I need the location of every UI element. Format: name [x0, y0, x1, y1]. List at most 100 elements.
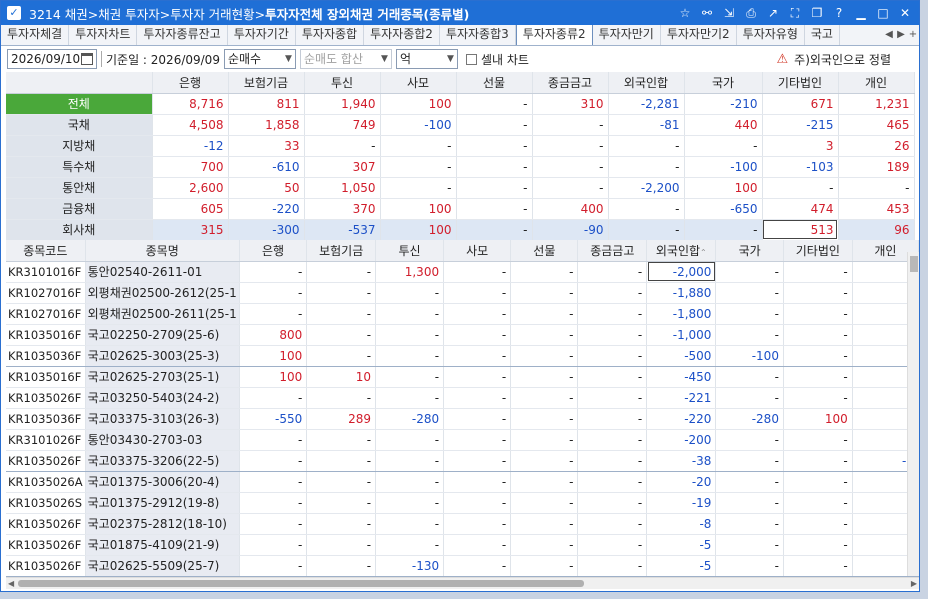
detail-cell[interactable]: - [510, 450, 579, 472]
detail-cell[interactable]: -5 [646, 534, 717, 556]
summary-cell[interactable]: 700 [152, 156, 229, 178]
summary-cell[interactable]: 100 [380, 93, 457, 115]
table-row[interactable]: KR1027016F 외평채권02500-2612(25-1- - - - - - -1,88… [6, 282, 920, 304]
detail-cell[interactable]: - [715, 387, 784, 409]
detail-cell[interactable]: -5 [646, 555, 717, 577]
detail-cell[interactable]: - [783, 513, 853, 535]
summary-cell[interactable]: - [456, 114, 533, 136]
detail-cell[interactable]: - [510, 471, 579, 493]
summary-row-label[interactable]: 회사채 [6, 219, 153, 241]
detail-cell[interactable]: - [783, 387, 853, 409]
detail-cell[interactable]: - [510, 366, 579, 388]
detail-cell[interactable]: - [306, 282, 377, 304]
tab-2[interactable]: 투자자종류잔고 [137, 25, 228, 45]
bond-name[interactable]: 통안03430-2703-03 [85, 429, 240, 451]
summary-col-header[interactable]: 사모 [380, 72, 457, 94]
bond-code[interactable]: KR1035026F [6, 450, 86, 472]
summary-cell[interactable]: -2,200 [608, 177, 685, 199]
summary-col-header[interactable]: 개인 [838, 72, 915, 94]
scroll-thumb[interactable] [18, 580, 584, 587]
detail-cell[interactable]: - [306, 261, 377, 283]
table-row[interactable]: KR1035026F국고02375-2812(18-10)-------8--- [6, 513, 920, 535]
detail-cell[interactable]: - [306, 555, 377, 577]
detail-cell[interactable]: - [443, 471, 512, 493]
summary-cell[interactable]: - [608, 219, 685, 241]
bond-name[interactable]: 국고03375-3103(26-3) [85, 408, 240, 430]
summary-cell[interactable]: -81 [608, 114, 685, 136]
summary-cell[interactable]: 440 [684, 114, 763, 136]
detail-col-header[interactable]: 사모 [443, 240, 512, 262]
bond-code[interactable]: KR1035026F [6, 513, 86, 535]
summary-cell[interactable]: 307 [304, 156, 381, 178]
summary-cell[interactable]: - [456, 198, 533, 220]
bond-code[interactable]: KR1035016F [6, 366, 86, 388]
detail-cell[interactable]: -1,800 [646, 303, 717, 325]
detail-cell[interactable]: - [715, 450, 784, 472]
detail-cell[interactable]: 100 [239, 366, 308, 388]
summary-cell[interactable]: - [532, 177, 609, 199]
bond-name[interactable]: 국고03250-5403(24-2) [85, 387, 240, 409]
summary-cell[interactable]: -300 [228, 219, 305, 241]
detail-cell[interactable]: - [239, 471, 308, 493]
summary-row-label[interactable]: 국채 [6, 114, 153, 136]
detail-cell[interactable]: - [577, 555, 648, 577]
summary-cell[interactable]: - [380, 156, 457, 178]
detail-cell[interactable]: -450 [646, 366, 717, 388]
summary-cell[interactable]: 96 [838, 219, 915, 241]
summary-col-header[interactable]: 종금금고 [532, 72, 609, 94]
bond-code[interactable]: KR3101026F [6, 429, 86, 451]
detail-cell[interactable]: - [375, 345, 445, 367]
detail-cell[interactable]: -221 [646, 387, 717, 409]
summary-cell[interactable]: -610 [228, 156, 305, 178]
detail-cell[interactable]: - [375, 387, 445, 409]
summary-cell[interactable]: 50 [228, 177, 305, 199]
detail-cell[interactable]: -280 [715, 408, 784, 430]
detail-cell[interactable]: - [510, 303, 579, 325]
summary-cell[interactable]: -100 [684, 156, 763, 178]
bond-code[interactable]: KR1035026F [6, 555, 86, 577]
bond-name[interactable]: 국고02625-5509(25-7) [85, 555, 240, 577]
detail-cell[interactable]: - [443, 492, 512, 514]
bond-name[interactable]: 외평채권02500-2611(25-1 [85, 303, 240, 325]
detail-cell[interactable]: 289 [306, 408, 377, 430]
summary-cell[interactable]: 453 [838, 198, 915, 220]
detail-cell[interactable]: - [375, 534, 445, 556]
detail-cell[interactable]: -200 [646, 429, 717, 451]
share-icon[interactable]: ↗ [765, 4, 781, 22]
summary-col-header[interactable]: 외국인합 [608, 72, 685, 94]
detail-cell[interactable]: - [306, 303, 377, 325]
detail-cell[interactable]: -8 [646, 513, 717, 535]
summary-cell[interactable]: 474 [762, 198, 839, 220]
detail-cell[interactable]: - [577, 471, 648, 493]
cell-chart-checkbox[interactable] [465, 53, 477, 65]
detail-cell[interactable]: - [375, 513, 445, 535]
detail-cell[interactable]: -500 [646, 345, 717, 367]
detail-cell[interactable]: - [239, 513, 308, 535]
detail-cell[interactable]: - [443, 261, 512, 283]
detail-cell[interactable]: - [239, 282, 308, 304]
tab-3[interactable]: 투자자기간 [227, 25, 296, 45]
maximize-icon[interactable]: □ [875, 4, 891, 22]
summary-cell[interactable]: -537 [304, 219, 381, 241]
detail-cell[interactable]: - [443, 450, 512, 472]
chevron-left-icon[interactable]: ◀ [883, 25, 895, 45]
summary-cell[interactable]: - [532, 114, 609, 136]
detail-cell[interactable]: - [577, 513, 648, 535]
detail-cell[interactable]: - [783, 492, 853, 514]
table-row[interactable]: KR1035036F 국고02625-3003(25-3) 100- - - - - -500… [6, 345, 920, 367]
detail-cell[interactable]: - [577, 492, 648, 514]
summary-cell[interactable]: -12 [152, 135, 229, 157]
scroll-left-icon[interactable]: ◀ [8, 578, 14, 590]
detail-cell[interactable]: - [375, 366, 445, 388]
summary-cell[interactable]: - [608, 135, 685, 157]
detail-cell[interactable]: - [577, 345, 648, 367]
detail-cell[interactable]: - [443, 387, 512, 409]
detail-cell[interactable]: -1,880 [646, 282, 717, 304]
summary-cell[interactable]: 749 [304, 114, 381, 136]
detail-col-header[interactable]: 보험기금 [306, 240, 377, 262]
detail-cell[interactable]: - [577, 324, 648, 346]
check-icon[interactable]: ✓ [7, 6, 21, 20]
summary-cell[interactable]: 1,050 [304, 177, 381, 199]
summary-cell[interactable]: 605 [152, 198, 229, 220]
detail-cell[interactable]: - [783, 345, 853, 367]
